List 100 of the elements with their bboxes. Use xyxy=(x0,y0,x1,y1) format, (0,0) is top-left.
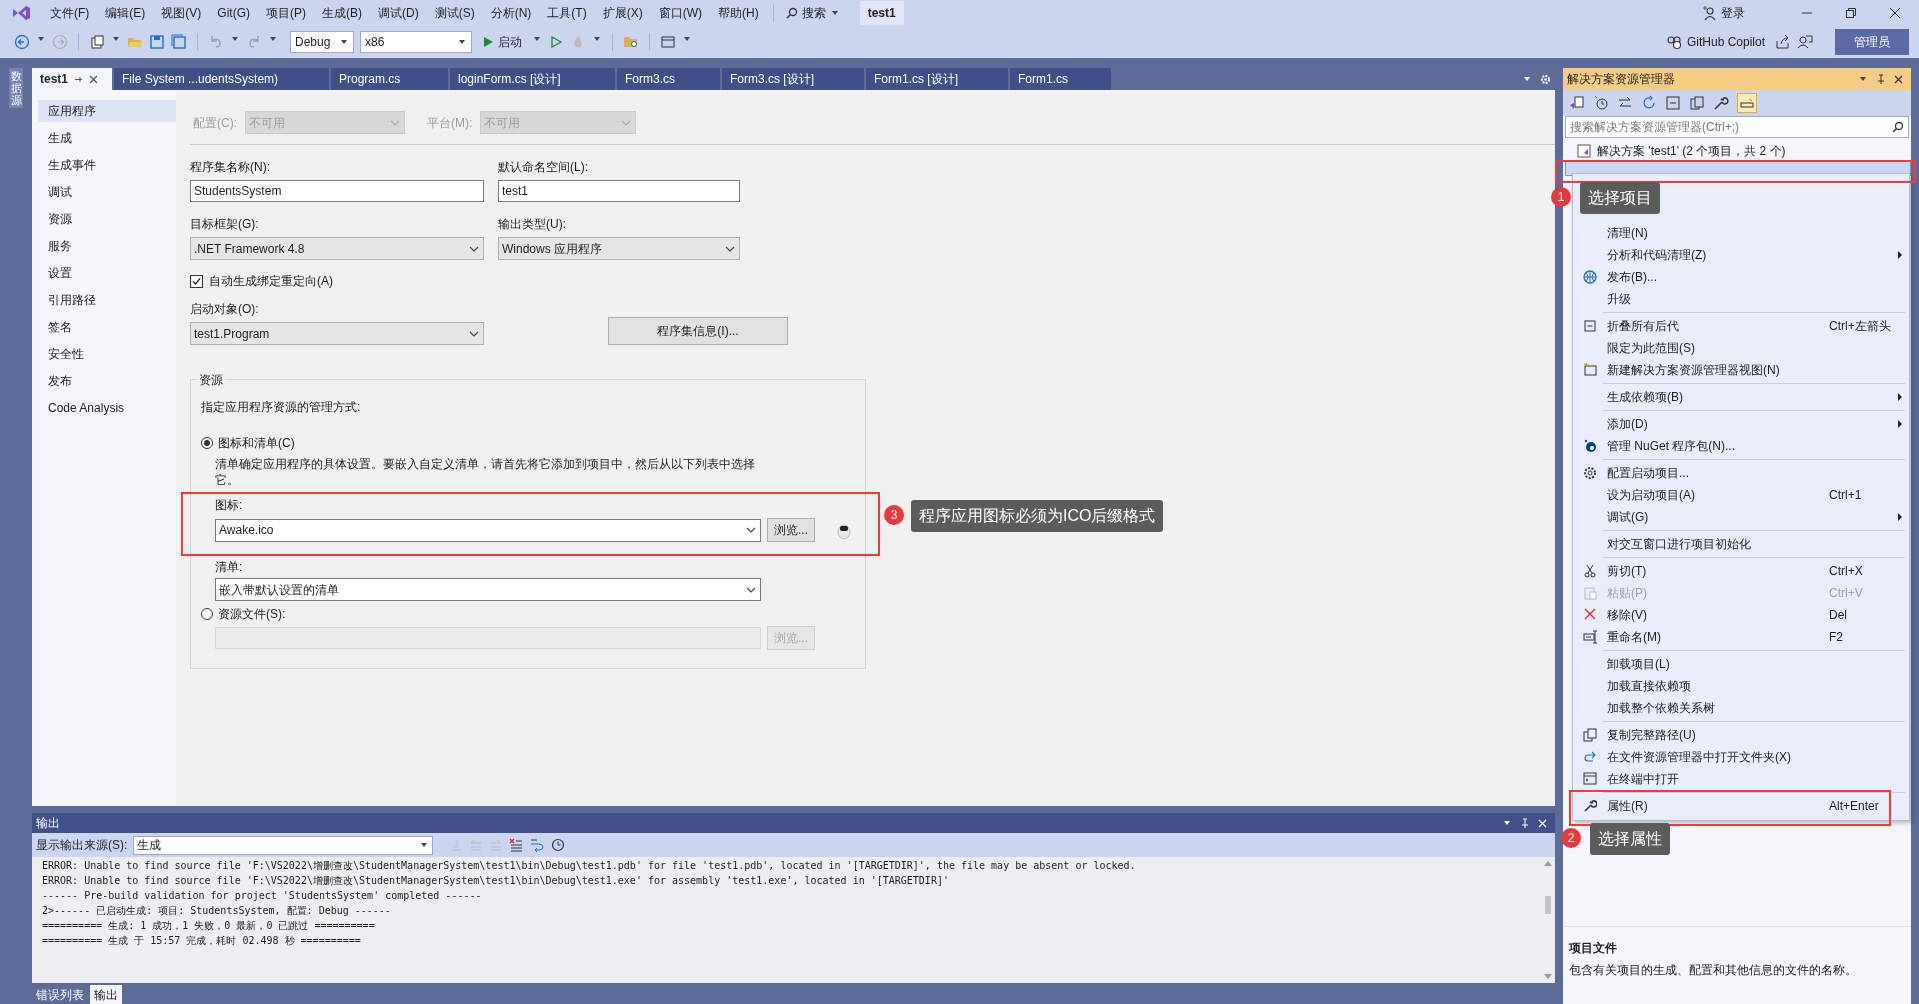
menu-item[interactable]: 生成依赖项(B) xyxy=(1573,386,1909,408)
tree-item[interactable]: 解决方案 'test1' (2 个项目，共 2 个) xyxy=(1577,142,1911,160)
menu-item[interactable]: 调试(G) xyxy=(1573,506,1909,528)
menu-item[interactable]: 设为启动项目(A) Ctrl+1 xyxy=(1573,484,1909,506)
field-label: 资源文件(S): xyxy=(218,606,286,623)
configuration-dropdown: 不可用 xyxy=(245,111,405,134)
menu-item[interactable]: 清理(N) xyxy=(1573,222,1909,244)
manifest-dropdown[interactable]: 嵌入带默认设置的清单 xyxy=(215,578,761,601)
nav-item[interactable]: Code Analysis xyxy=(38,397,176,419)
field-label: 显示输出来源(S): xyxy=(36,837,128,854)
document-tab[interactable]: Form1.cs xyxy=(1010,68,1111,90)
menu-item[interactable]: 文件(F) xyxy=(42,1,98,25)
namespace-field[interactable]: test1 xyxy=(498,180,740,202)
nav-item[interactable]: 安全性 xyxy=(38,343,176,365)
menu-item[interactable]: 测试(S) xyxy=(426,1,483,25)
nav-item[interactable]: 应用程序 xyxy=(38,100,176,122)
field-label: 程序集名称(N): xyxy=(190,159,271,176)
document-tab[interactable]: Program.cs xyxy=(331,68,448,90)
output-source-dropdown[interactable]: 生成 xyxy=(133,835,434,855)
search-button[interactable]: 搜索 xyxy=(779,2,846,24)
field-label: 默认命名空间(L): xyxy=(498,159,589,176)
output-line: 2>------ 已启动生成: 项目: StudentsSystem, 配置: Debug ------ xyxy=(42,904,392,918)
nav-item[interactable]: 服务 xyxy=(38,235,176,257)
output-type-dropdown[interactable]: Windows 应用程序 xyxy=(498,237,740,260)
menu-item[interactable]: 对交互窗口进行项目初始化 xyxy=(1573,533,1909,555)
nav-item[interactable]: 生成事件 xyxy=(38,154,176,176)
nav-item[interactable]: 引用路径 xyxy=(38,289,176,311)
menu-item[interactable]: 发布(B)... xyxy=(1573,266,1909,288)
document-tab[interactable]: Form3.cs [设计] xyxy=(722,68,864,90)
nav-item[interactable]: 资源 xyxy=(38,208,176,230)
search-field[interactable]: 搜索解决方案资源管理器(Ctrl+;) xyxy=(1565,116,1909,138)
panel-title: 输出 xyxy=(36,815,60,832)
nav-item[interactable]: 生成 xyxy=(38,127,176,149)
field-label: 清单: xyxy=(215,559,243,576)
nav-item[interactable]: 设置 xyxy=(38,262,176,284)
step-tooltip: 程序应用图标必须为ICO后缀格式 xyxy=(911,500,1164,532)
menu-item[interactable]: 属性(R) Alt+Enter xyxy=(1573,795,1909,817)
menu-item[interactable]: 窗口(W) xyxy=(650,1,710,25)
menu-item[interactable]: 生成(B) xyxy=(314,1,370,25)
panel-tab[interactable]: 输出 xyxy=(90,985,122,1004)
field-label: 自动生成绑定重定向(A) xyxy=(209,273,333,290)
search-placeholder: 搜索解决方案资源管理器(Ctrl+;) xyxy=(1570,119,1740,136)
menu-item[interactable]: 扩展(X) xyxy=(594,1,651,25)
framework-dropdown[interactable]: .NET Framework 4.8 xyxy=(190,237,484,260)
menu-item[interactable]: 在终端中打开 xyxy=(1573,768,1909,790)
login-button[interactable]: 登录 xyxy=(1701,4,1745,22)
icon-dropdown[interactable]: Awake.ico xyxy=(215,518,761,542)
startup-object-dropdown[interactable]: test1.Program xyxy=(190,322,484,345)
field-label: 图标: xyxy=(215,497,244,514)
menu-item[interactable]: 调试(D) xyxy=(370,1,427,25)
panel-tab[interactable]: 错误列表 xyxy=(32,985,88,1004)
menu-item[interactable]: 剪切(T) Ctrl+X xyxy=(1573,560,1909,582)
field-label: 平台(M): xyxy=(427,114,473,132)
configuration-dropdown[interactable]: Debug xyxy=(290,31,354,53)
menu-item[interactable]: 管理 NuGet 程序包(N)... xyxy=(1573,435,1909,457)
menu-item[interactable]: 加载整个依赖关系树 xyxy=(1573,697,1909,719)
menu-item[interactable]: 新建解决方案资源管理器视图(N) xyxy=(1573,359,1909,381)
document-tab[interactable]: loginForm.cs [设计] xyxy=(450,68,615,90)
menu-item[interactable]: 在文件资源管理器中打开文件夹(X) xyxy=(1573,746,1909,768)
document-tab[interactable]: test1 xyxy=(32,68,112,90)
menu-item[interactable]: 折叠所有后代 Ctrl+左箭头 xyxy=(1573,315,1909,337)
menu-item[interactable]: 工具(T) xyxy=(539,1,595,25)
copilot-button[interactable]: GitHub Copilot xyxy=(1661,33,1769,51)
field-label: 配置(C): xyxy=(193,114,237,132)
admin-button[interactable]: 管理员 xyxy=(1835,29,1909,55)
menu-item[interactable]: 卸载项目(L) xyxy=(1573,653,1909,675)
window-title: test1 xyxy=(859,1,904,25)
start-button[interactable]: 启动 xyxy=(478,33,526,51)
menu-item[interactable]: 项目(P) xyxy=(258,1,314,25)
menu-item[interactable]: Git(G) xyxy=(209,1,258,25)
menu-item[interactable]: 视图(V) xyxy=(153,1,210,25)
output-line: ========== 生成 于 15:57 完成，耗时 02.498 秒 ========== xyxy=(42,934,362,948)
document-tab[interactable]: Form3.cs xyxy=(617,68,720,90)
assembly-name-field[interactable]: StudentsSystem xyxy=(190,180,484,202)
menu-item[interactable]: 加载直接依赖项 xyxy=(1573,675,1909,697)
menu-item[interactable]: 重命名(M) F2 xyxy=(1573,626,1909,648)
menu-item[interactable]: 限定为此范围(S) xyxy=(1573,337,1909,359)
platform-dropdown[interactable]: x86 xyxy=(360,31,472,53)
nav-item[interactable]: 签名 xyxy=(38,316,176,338)
menu-item[interactable]: 复制完整路径(U) xyxy=(1573,724,1909,746)
menu-item[interactable]: 编辑(E) xyxy=(97,1,154,25)
menu-item[interactable]: 添加(D) xyxy=(1573,413,1909,435)
output-line: ERROR: Unable to find source file 'F:\VS2022\增删查改\StudentManagerSystem\test1\bin\Debug\test1.exe' for assembly 'test1.exe', located in '[TARGETDIR]' xyxy=(42,874,950,888)
menu-item[interactable]: 升级 xyxy=(1573,288,1909,310)
menu-item[interactable]: 分析(N) xyxy=(482,1,540,25)
side-tab[interactable]: 数据源 xyxy=(9,68,23,109)
menu-item[interactable]: 帮助(H) xyxy=(710,1,767,25)
step-tooltip: 选择属性 xyxy=(1590,823,1670,855)
document-tab[interactable]: File System ...udentsSystem) xyxy=(114,68,329,90)
menu-item[interactable]: 移除(V) Del xyxy=(1573,604,1909,626)
menu-item[interactable]: 分析和代码清理(Z) xyxy=(1573,244,1909,266)
info-title: 项目文件 xyxy=(1569,940,1618,957)
document-tab[interactable]: Form1.cs [设计] xyxy=(866,68,1008,90)
panel-title: 解决方案资源管理器 xyxy=(1567,71,1675,88)
menu-item[interactable]: 配置启动项目... xyxy=(1573,462,1909,484)
nav-item[interactable]: 发布 xyxy=(38,370,176,392)
output-line: ------ Pre-build validation for project 'StudentsSystem' completed ------ xyxy=(42,889,483,903)
nav-item[interactable]: 调试 xyxy=(38,181,176,203)
browse-button[interactable]: 浏览... xyxy=(767,518,815,542)
assembly-info-button[interactable]: 程序集信息(I)... xyxy=(608,317,788,345)
